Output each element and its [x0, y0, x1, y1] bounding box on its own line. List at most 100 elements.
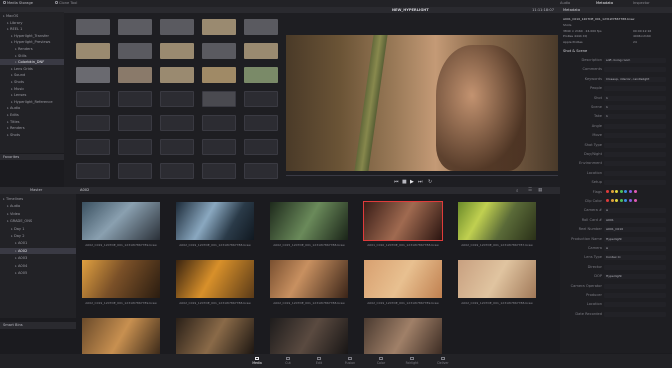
color-swatch[interactable] [633, 189, 637, 193]
clip-thumbnail[interactable]: A002_C015_1207DE_001_1231W7867788.braw [270, 202, 348, 250]
tree-item[interactable]: ▸ Audio [0, 203, 76, 209]
page-tab-deliver[interactable]: Deliver [428, 357, 458, 365]
metadata-field-input[interactable]: A001_C010 [604, 227, 666, 233]
metadata-field-input[interactable]: Hyperlight [604, 274, 666, 280]
tree-item[interactable]: ▸ Hyperlight_Previews [0, 39, 64, 45]
media-thumbnail[interactable] [160, 115, 194, 131]
metadata-field-input[interactable] [604, 123, 666, 129]
tree-item[interactable]: ▸ A003 [0, 255, 76, 261]
tree-item[interactable]: ▸ Stills [0, 53, 64, 59]
clip-thumbnail[interactable]: A002_C019_1207DE_001_1231W7867788.braw [176, 260, 254, 308]
media-thumbnail[interactable] [76, 19, 110, 35]
tree-item[interactable]: ▸ Video [0, 211, 76, 217]
media-thumbnail[interactable] [244, 139, 278, 155]
tree-item[interactable]: ▸ Titles [0, 119, 64, 125]
color-swatch[interactable] [619, 189, 623, 193]
media-thumbnail[interactable] [202, 163, 236, 179]
prev-frame-icon[interactable]: ⏮ [394, 179, 399, 185]
metadata-button[interactable]: Metadata [596, 1, 613, 5]
tree-item[interactable]: ▸ Edits [0, 112, 64, 118]
clip-thumbnail[interactable]: A002_C019_1207DE_001_1231W7867789.braw [82, 260, 160, 308]
color-swatch[interactable] [615, 189, 619, 193]
thumbnail-view-icon[interactable]: ▦ [538, 188, 542, 193]
color-swatch[interactable] [624, 189, 628, 193]
tree-item[interactable]: ▸ Shots [0, 79, 64, 85]
media-thumbnail[interactable] [244, 115, 278, 131]
media-thumbnail[interactable] [118, 163, 152, 179]
play-icon[interactable]: ▶ [410, 179, 414, 185]
tree-item[interactable]: ▸ Hyperlight_Transfer [0, 33, 64, 39]
metadata-field-input[interactable] [604, 86, 666, 92]
next-frame-icon[interactable]: ⏭ [418, 179, 423, 185]
media-thumbnail[interactable] [118, 139, 152, 155]
tree-item[interactable]: ▸ Day 1 [0, 226, 76, 232]
tree-item[interactable]: ▸ Hyperlight_Reference [0, 99, 64, 105]
media-thumbnail[interactable] [118, 67, 152, 83]
media-thumbnail[interactable] [202, 67, 236, 83]
color-swatch[interactable] [633, 199, 637, 202]
metadata-field-input[interactable]: A001 [604, 217, 666, 223]
media-thumbnail[interactable] [244, 19, 278, 35]
metadata-field-input[interactable]: A [604, 246, 666, 251]
metadata-field-input[interactable] [604, 302, 666, 308]
metadata-field-input[interactable]: soft, living room [604, 58, 666, 63]
media-thumbnail[interactable] [202, 19, 236, 35]
media-thumbnail[interactable] [118, 19, 152, 35]
media-thumbnail[interactable] [202, 115, 236, 131]
metadata-field-input[interactable]: 1 [604, 114, 666, 120]
tree-item[interactable]: ▸ Day 2 [0, 233, 76, 239]
color-swatch[interactable] [615, 199, 619, 202]
tree-item[interactable]: ▸ A002 [0, 247, 76, 254]
metadata-field-input[interactable]: A [604, 208, 666, 214]
media-thumbnail[interactable] [244, 163, 278, 179]
media-storage-button[interactable]: Media Storage [3, 1, 33, 5]
media-thumbnail[interactable] [118, 115, 152, 131]
metadata-field-input[interactable]: 1 [604, 95, 666, 101]
metadata-field-input[interactable] [604, 180, 666, 186]
color-swatch[interactable] [628, 189, 632, 193]
color-swatch[interactable] [610, 189, 614, 193]
color-swatch[interactable] [624, 199, 628, 202]
metadata-field-input[interactable] [604, 152, 666, 157]
viewer-image[interactable] [286, 35, 558, 171]
page-tab-media[interactable]: Media [242, 357, 272, 365]
media-thumbnail[interactable] [76, 67, 110, 83]
metadata-field-input[interactable]: Contax Ci [604, 255, 666, 261]
media-thumbnail[interactable] [118, 91, 152, 107]
media-thumbnail[interactable] [76, 115, 110, 131]
tree-item[interactable]: ▸ Sound [0, 72, 64, 78]
clip-thumbnail[interactable]: A002_C019_1207DE_001_1231W7867788.braw [270, 260, 348, 308]
media-thumbnail[interactable] [160, 43, 194, 59]
media-thumbnail[interactable] [160, 163, 194, 179]
color-swatch[interactable] [619, 199, 623, 202]
color-swatch[interactable] [610, 199, 614, 202]
tree-item[interactable]: ▸ MacOS [0, 13, 64, 19]
media-thumbnail[interactable] [202, 43, 236, 59]
stop-icon[interactable]: ■ [402, 179, 407, 185]
tree-item[interactable]: ▸ Shots [0, 132, 64, 138]
media-thumbnail[interactable] [160, 67, 194, 83]
metadata-field-input[interactable] [604, 133, 666, 139]
clip-thumbnail[interactable]: A002_C019_1207DE_001_1231W7867788.braw [176, 202, 254, 250]
clip-thumbnail[interactable]: A002_C019_1207DE_001_1231W7867789.braw [364, 260, 442, 308]
metadata-field-input[interactable] [604, 161, 666, 167]
page-tab-cut[interactable]: Cut [273, 357, 303, 365]
page-tab-edit[interactable]: Edit [304, 357, 334, 365]
viewer-scrubber[interactable] [286, 175, 558, 176]
media-thumbnail[interactable] [76, 139, 110, 155]
tree-item[interactable]: ▸ Timelines [0, 196, 76, 202]
metadata-field-input[interactable]: 1 [604, 105, 666, 110]
color-swatch[interactable] [606, 199, 609, 202]
tree-item[interactable]: ▸ GRADE_ONS [0, 218, 76, 224]
media-thumbnail[interactable] [244, 67, 278, 83]
page-tab-fairlight[interactable]: Fairlight [397, 357, 427, 365]
tree-item[interactable]: ▸ Colorbkin_DNF [0, 59, 64, 66]
media-thumbnail[interactable] [160, 91, 194, 107]
metadata-field-input[interactable] [604, 311, 666, 317]
tree-item[interactable]: ▸ A004 [0, 263, 76, 269]
tree-item[interactable]: ▸ A005 [0, 270, 76, 276]
list-view-icon[interactable]: ☰ [528, 188, 532, 193]
page-tab-color[interactable]: Color [366, 357, 396, 365]
tree-item[interactable]: ▸ A001 [0, 240, 76, 246]
metadata-field-input[interactable] [604, 142, 666, 148]
